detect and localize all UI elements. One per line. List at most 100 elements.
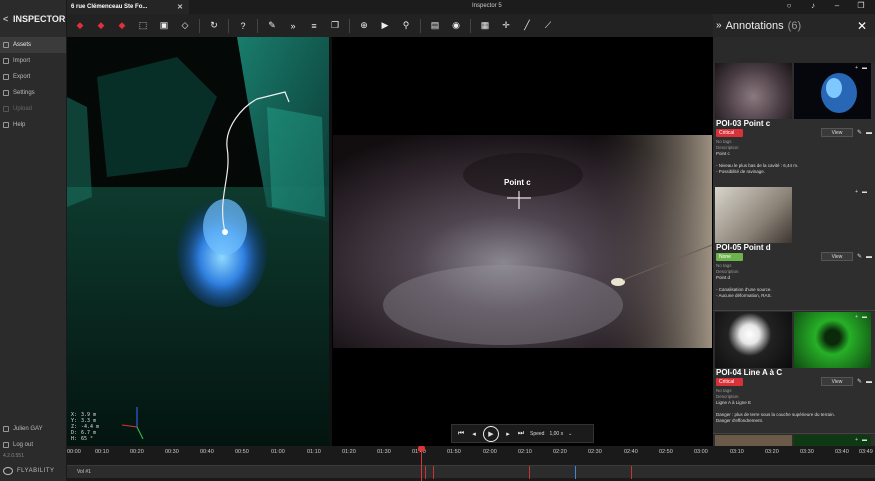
annotation-3d-thumb[interactable]: + ▬	[794, 435, 871, 446]
view-button[interactable]: View	[820, 252, 853, 261]
annotation-3d-thumb[interactable]: + ▬	[794, 187, 871, 243]
double-chevron-icon[interactable]: »	[716, 20, 722, 31]
timeline-tick: 02:40	[624, 449, 638, 455]
help-icon	[3, 122, 9, 128]
marker-icon[interactable]: ⚲	[399, 19, 413, 33]
frame-icon[interactable]: ▣	[157, 19, 171, 33]
play-button[interactable]: ▶	[483, 425, 499, 442]
minimize-icon[interactable]: –	[831, 1, 843, 10]
plus-icon[interactable]: +	[855, 314, 858, 320]
annotation-marker[interactable]	[433, 466, 434, 479]
annotation-card[interactable]: + ▬ POI-03 Point c Critical View ✎ ▬ No t…	[713, 63, 875, 197]
annotation-card[interactable]: + ▬	[713, 435, 875, 446]
camera-icon[interactable]: ◉	[449, 19, 463, 33]
annotation-marker[interactable]	[575, 466, 576, 479]
skip-forward-icon[interactable]: ⏭	[517, 430, 525, 438]
view-button[interactable]: View	[820, 128, 853, 137]
trash-icon[interactable]: ▬	[862, 65, 867, 71]
skip-back-icon[interactable]: ⏮	[457, 430, 465, 438]
crosshair-icon[interactable]: ✛	[499, 19, 513, 33]
sidebar-item-export[interactable]: Export	[0, 69, 66, 85]
sidebar-item-help[interactable]: Help	[0, 117, 66, 133]
annotations-panel: » Annotations (6) ✕ + ▬ POI-03 Point c Cr…	[713, 14, 875, 446]
back-chevron-icon[interactable]: <	[3, 14, 13, 24]
trash-icon[interactable]: ▬	[862, 314, 867, 320]
trash-icon[interactable]: ▬	[866, 379, 872, 385]
close-icon[interactable]: ✕	[177, 3, 183, 11]
annotation-marker[interactable]	[425, 466, 426, 479]
trash-icon[interactable]: ▬	[866, 130, 872, 136]
trash-icon[interactable]: ▬	[862, 189, 867, 195]
pencil-icon[interactable]: ✎	[265, 19, 279, 33]
annotations-count: (6)	[787, 19, 802, 32]
user-icon	[3, 426, 9, 432]
sidebar-item-label: Export	[13, 74, 31, 80]
point-cloud-render	[67, 37, 329, 446]
user-menu[interactable]: Julien GAY	[0, 421, 67, 437]
trash-icon[interactable]: ▬	[862, 437, 867, 443]
timeline-tick: 03:49	[859, 449, 873, 455]
annotation-photo-thumb[interactable]	[715, 63, 792, 119]
speed-select[interactable]: 1,00 x	[549, 431, 563, 437]
plus-icon[interactable]: +	[855, 189, 858, 195]
measure-icon[interactable]: ⟋	[541, 19, 555, 33]
annotation-3d-thumb[interactable]: + ▬	[794, 312, 871, 368]
view-button[interactable]: View	[820, 377, 853, 386]
project-tab[interactable]: 6 rue Clémenceau Ste Fo... ✕	[67, 0, 189, 14]
pencil-icon[interactable]: ✎	[857, 129, 862, 136]
chevron-down-icon[interactable]: ⌄	[568, 431, 572, 437]
sidebar: < INSPECTOR Assets Import Export Setting…	[0, 0, 67, 481]
user-name: Julien GAY	[13, 426, 43, 432]
annotation-meta: No tags Description	[716, 263, 739, 275]
cube-outline-icon[interactable]: ◇	[178, 19, 192, 33]
restore-icon[interactable]: ❐	[855, 1, 867, 10]
cube-red-icon[interactable]: ◆	[94, 19, 108, 33]
help-icon[interactable]: ?	[236, 19, 250, 33]
logout-button[interactable]: Log out	[0, 437, 67, 453]
annotation-title: POI-03 Point c	[716, 119, 771, 128]
toolbar-divider	[420, 18, 421, 33]
close-icon[interactable]: ✕	[857, 19, 867, 33]
trash-icon[interactable]: ▬	[866, 254, 872, 260]
timeline-tick: 03:40	[835, 449, 849, 455]
annotation-photo-thumb[interactable]	[715, 312, 792, 368]
clipboard-icon[interactable]: ▤	[428, 19, 442, 33]
zoom-icon[interactable]: ⊕	[357, 19, 371, 33]
status-circle-icon[interactable]: ○	[783, 1, 795, 10]
cube-red-icon[interactable]: ◆	[115, 19, 129, 33]
annotation-photo-thumb[interactable]	[715, 187, 792, 243]
poi-label[interactable]: Point c	[504, 178, 531, 187]
bell-icon[interactable]: ♪	[807, 1, 819, 10]
flight-track[interactable]: Vol #1	[67, 465, 875, 479]
sidebar-item-import[interactable]: Import	[0, 53, 66, 69]
app-header[interactable]: < INSPECTOR	[0, 0, 66, 37]
annotation-marker[interactable]	[631, 466, 632, 479]
plus-icon[interactable]: +	[855, 437, 858, 443]
timeline[interactable]: 00:00 00:10 00:20 00:30 00:40 00:50 01:0…	[67, 446, 875, 481]
cube-a-icon[interactable]: ⬚	[136, 19, 150, 33]
sidebar-item-assets[interactable]: Assets	[0, 37, 66, 53]
step-back-icon[interactable]: ◂	[470, 430, 478, 438]
pencil-icon[interactable]: ✎	[857, 253, 862, 260]
step-forward-icon[interactable]: ▸	[504, 430, 512, 438]
annotation-3d-thumb[interactable]: + ▬	[794, 63, 871, 119]
camera-viewport[interactable]: Point c ⏮ ◂ ▶ ▸ ⏭ Speed 1,00 x ⌄	[332, 37, 713, 446]
rotate-icon[interactable]: ↻	[207, 19, 221, 33]
windows-icon[interactable]: ❐	[328, 19, 342, 33]
grid-icon[interactable]: ▦	[478, 19, 492, 33]
ruler-icon[interactable]: ╱	[520, 19, 534, 33]
point-cloud-viewport[interactable]: X: 3.9 m Y: 3.3 m Z: -4.4 m D: 6.7 m H: 65 °	[67, 37, 329, 446]
video-icon[interactable]: ▶	[378, 19, 392, 33]
sidebar-item-settings[interactable]: Settings	[0, 85, 66, 101]
timeline-playhead[interactable]	[418, 446, 425, 481]
annotation-photo-thumb[interactable]	[715, 435, 792, 446]
annotation-marker[interactable]	[529, 466, 530, 479]
cube-red-icon[interactable]: ◆	[73, 19, 87, 33]
double-chevron-icon[interactable]: »	[286, 19, 300, 33]
timeline-ticks: 00:00 00:10 00:20 00:30 00:40 00:50 01:0…	[67, 449, 875, 459]
sliders-icon[interactable]: ≡	[307, 19, 321, 33]
annotation-card[interactable]: + ▬ POI-05 Point d None View ✎ ▬ No tags …	[713, 187, 875, 311]
pencil-icon[interactable]: ✎	[857, 378, 862, 385]
annotation-card[interactable]: + ▬ POI-04 Line A à C Critical View ✎ ▬ N…	[713, 312, 875, 434]
plus-icon[interactable]: +	[855, 65, 858, 71]
